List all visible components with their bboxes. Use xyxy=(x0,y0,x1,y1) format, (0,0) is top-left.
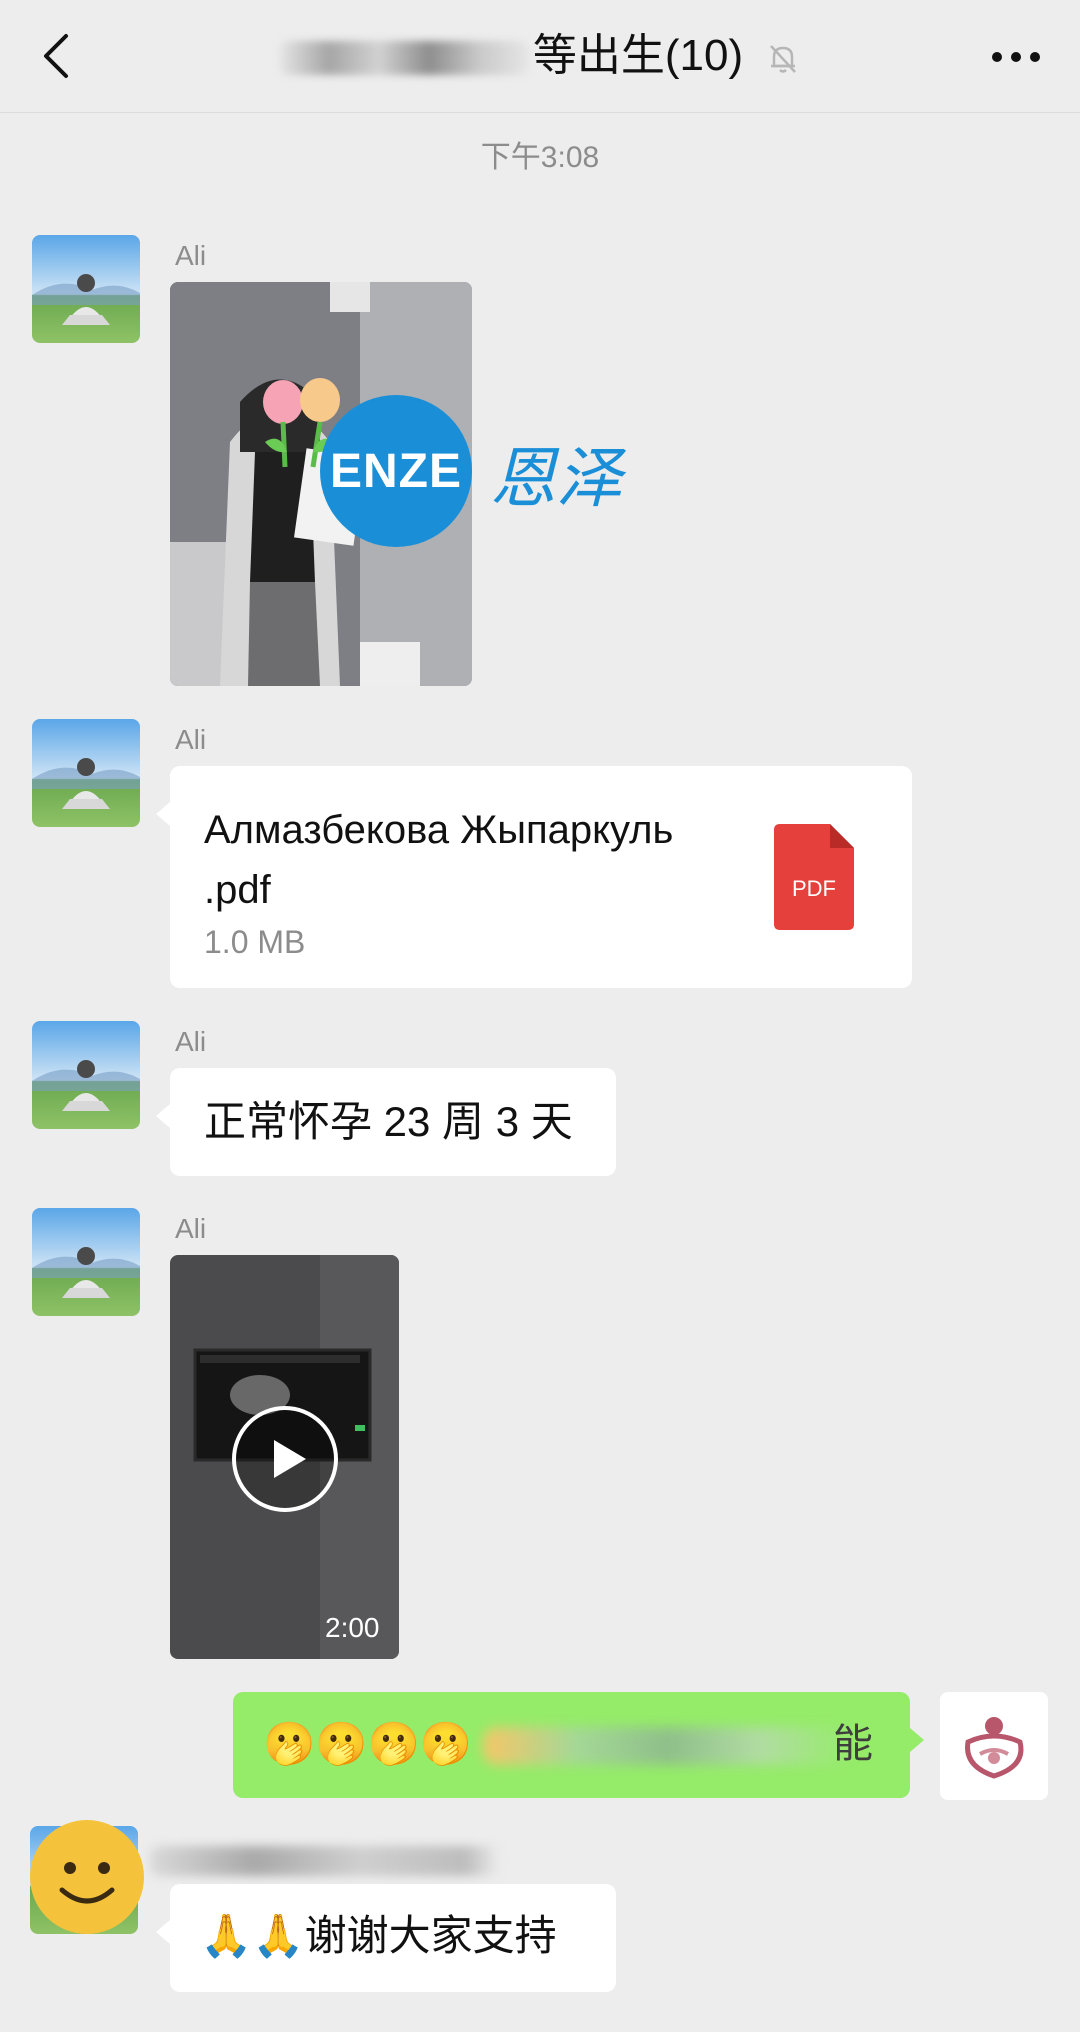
avatar-landscape-image xyxy=(32,1021,140,1129)
sender-name: Ali xyxy=(175,724,207,755)
pdf-badge-text: PDF xyxy=(792,876,836,901)
sender-name: Ali xyxy=(175,240,207,271)
video-duration: 2:00 xyxy=(325,1612,380,1643)
blurred-group-name xyxy=(278,41,529,76)
blurred-sender-name xyxy=(150,1846,500,1876)
message-text-tail: 能 xyxy=(833,1722,873,1766)
smiley-face-icon xyxy=(30,1820,144,1934)
sender-name: Ali xyxy=(175,1213,207,1244)
message-text: 正常怀孕 23 周 3 天 xyxy=(204,1098,573,1145)
family-logo-icon xyxy=(940,1692,1048,1800)
text-message[interactable]: 正常怀孕 23 周 3 天 xyxy=(156,1068,616,1176)
avatar-ali[interactable] xyxy=(32,1021,140,1129)
message-text: 🙏🙏谢谢大家支持 xyxy=(200,1912,557,1959)
avatar-ali[interactable] xyxy=(32,235,140,343)
sender-name: Ali xyxy=(175,1026,207,1057)
avatar-landscape-image xyxy=(32,1208,140,1316)
play-icon[interactable] xyxy=(230,1404,340,1514)
self-avatar[interactable] xyxy=(940,1692,1048,1800)
chat-header: 等出生(10) xyxy=(0,0,1080,113)
file-message[interactable]: Алмазбекова Жыпаркуль .pdf 1.0 MB PDF xyxy=(156,766,912,988)
file-name: Алмазбекова Жыпаркуль .pdf xyxy=(204,808,674,912)
enze-text-watermark: 恩泽 xyxy=(490,440,622,517)
more-options-icon[interactable] xyxy=(990,50,1042,64)
avatar-ali[interactable] xyxy=(32,1208,140,1316)
group-title-text: 等出生(10) xyxy=(532,31,744,80)
message-timestamp: 下午3:08 xyxy=(480,141,600,174)
avatar-ali[interactable] xyxy=(32,719,140,827)
message-emojis: 🫢🫢🫢🫢 xyxy=(263,1720,473,1767)
blurred-text xyxy=(483,1727,853,1765)
enze-logo-watermark: ENZE xyxy=(320,395,472,547)
text-message[interactable]: 🙏🙏谢谢大家支持 xyxy=(156,1884,616,1992)
chat-title: 等出生(10) xyxy=(0,28,1080,84)
avatar-landscape-image xyxy=(32,719,140,827)
self-text-message[interactable]: 🫢🫢🫢🫢 能 xyxy=(233,1692,924,1798)
avatar-landscape-image xyxy=(32,235,140,343)
pdf-file-icon: PDF xyxy=(774,824,854,930)
mute-bell-icon xyxy=(770,45,797,74)
file-size: 1.0 MB xyxy=(204,924,306,960)
